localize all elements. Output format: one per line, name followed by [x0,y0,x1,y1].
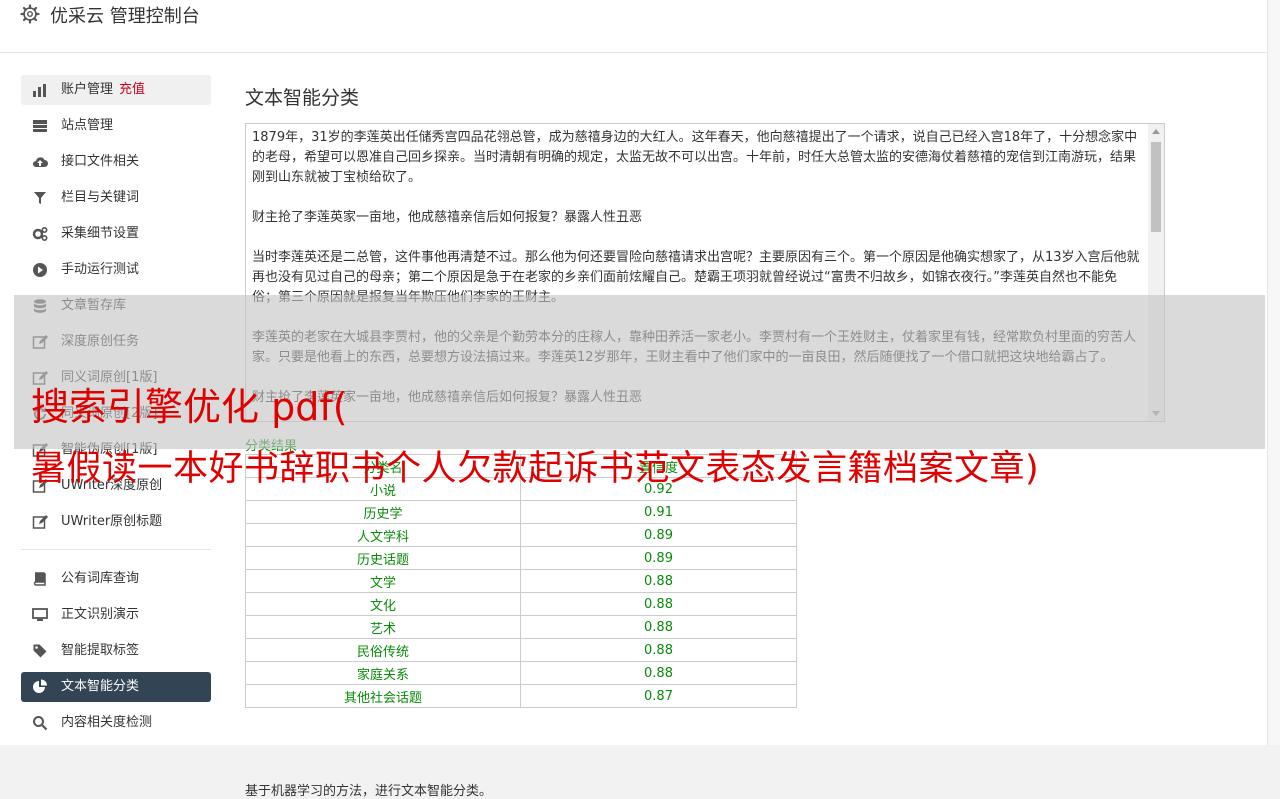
sidebar-divider [21,549,211,550]
confidence-cell: 0.88 [520,569,797,593]
sidebar-item-text: 站点管理 [61,118,114,133]
overlay-headline-line1: 搜索引擎优化 pdf( [31,385,348,429]
text-paragraph: 财主抢了李莲英家一亩地，他成慈禧亲信后如何报复？暴露人性丑恶 [252,210,643,225]
table-row: 其他社会话题 0.87 [245,684,797,708]
sidebar-item-uwriter-title[interactable]: UWriter原创标题 [21,507,211,537]
sidebar-item-text: 智能提取标签 [61,643,140,658]
overlay-headline-line2: 暑假读一本好书辞职书个人欠款起诉书范文表态发言籍档案文章) [31,449,1040,489]
sidebar-item-label: 手动运行测试 [61,255,139,285]
sidebar-item-label: 接口文件相关 [61,147,139,177]
recharge-link[interactable]: 充值 [119,82,145,97]
sidebar-item-text: UWriter原创标题 [61,514,163,529]
sidebar-item-label: 文本智能分类 [61,672,139,702]
confidence-cell: 0.88 [520,592,797,616]
sidebar-item-text: 手动运行测试 [61,262,140,277]
server-icon [33,120,47,132]
pie-chart-icon [33,679,47,693]
sidebar-item-text: 文本智能分类 [61,679,140,694]
category-cell: 历史话题 [245,546,521,570]
text-paragraph: 1879年，31岁的李莲英出任储秀宫四品花翎总管，成为慈禧身边的大红人。这年春天… [252,130,1138,185]
footnote: 基于机器学习的方法，进行文本智能分类。 [245,784,493,799]
scroll-up-arrow-icon[interactable] [1152,129,1160,134]
filter-icon [34,192,46,204]
book-icon [33,572,46,586]
sidebar-item-label: 站点管理 [61,111,113,141]
sidebar-item-sites[interactable]: 站点管理 [21,111,211,141]
sidebar-item-text: 接口文件相关 [61,154,140,169]
tag-icon [33,644,47,658]
bar-chart-icon [33,84,46,97]
sidebar-item-manual-run[interactable]: 手动运行测试 [21,255,211,285]
category-cell: 其他社会话题 [245,684,521,708]
gear-icon [20,4,40,24]
sidebar-item-text: 公有词库查询 [61,571,140,586]
confidence-cell: 0.88 [520,661,797,685]
sidebar-item-text: 栏目与关键词 [61,190,140,205]
category-cell: 家庭关系 [245,661,521,685]
sidebar-item-text-recognition[interactable]: 正文识别演示 [21,600,211,630]
category-cell: 历史学 [245,500,521,524]
play-circle-icon [33,263,47,277]
sidebar-item-interface[interactable]: 接口文件相关 [21,147,211,177]
category-cell: 艺术 [245,615,521,639]
sidebar-item-public-lexicon[interactable]: 公有词库查询 [21,564,211,594]
table-row: 文学 0.88 [245,569,797,593]
sidebar-item-label: 智能提取标签 [61,636,139,666]
category-cell: 文学 [245,569,521,593]
table-row: 历史话题 0.89 [245,546,797,570]
page-scrollbar[interactable] [1267,0,1280,745]
main-content: 文本智能分类 1879年，31岁的李莲英出任储秀宫四品花翎总管，成为慈禧身边的大… [245,83,1165,799]
table-row: 人文学科 0.89 [245,523,797,547]
page-title: 文本智能分类 [245,87,360,109]
category-cell: 民俗传统 [245,638,521,662]
table-row: 文化 0.88 [245,592,797,616]
sidebar-item-extract-tags[interactable]: 智能提取标签 [21,636,211,666]
table-row: 历史学 0.91 [245,500,797,524]
category-cell: 文化 [245,592,521,616]
table-row: 家庭关系 0.88 [245,661,797,685]
sidebar-item-text: 账户管理 [61,82,114,97]
confidence-cell: 0.88 [520,638,797,662]
sidebar-item-text-classify[interactable]: 文本智能分类 [21,672,211,702]
sidebar-item-account[interactable]: 账户管理 充值 [21,75,211,105]
confidence-cell: 0.89 [520,523,797,547]
confidence-cell: 0.91 [520,500,797,524]
category-cell: 人文学科 [245,523,521,547]
top-bar: 优采云 管理控制台 [0,0,1268,53]
sidebar-item-label: 采集细节设置 [61,219,139,249]
confidence-cell: 0.89 [520,546,797,570]
sidebar-item-text: 内容相关度检测 [61,715,153,730]
app-title: 优采云 管理控制台 [50,6,200,27]
sidebar-item-text: 采集细节设置 [61,226,140,241]
search-icon [33,716,48,731]
sidebar-item-label: UWriter原创标题 [61,507,162,537]
sidebar-item-label: 账户管理 充值 [61,75,145,105]
sidebar-item-collect[interactable]: 采集细节设置 [21,219,211,249]
table-row: 艺术 0.88 [245,615,797,639]
table-row: 民俗传统 0.88 [245,638,797,662]
classification-table: 分类名 置信度 小说 0.92 历史学 0.91 人文学科 0.89 历史话题 0.89 文学 0… [245,454,797,708]
sidebar-item-label: 公有词库查询 [61,564,139,594]
sidebar-item-columns[interactable]: 栏目与关键词 [21,183,211,213]
gears-icon [32,226,48,242]
sidebar-item-relevance[interactable]: 内容相关度检测 [21,708,211,738]
sidebar-item-label: 栏目与关键词 [61,183,139,213]
sidebar-item-label: 正文识别演示 [61,600,139,630]
sidebar-item-label: 内容相关度检测 [61,708,152,738]
cloud-upload-icon [33,157,48,167]
confidence-cell: 0.87 [520,684,797,708]
edit-icon [32,515,48,529]
sidebar-item-text: 正文识别演示 [61,607,140,622]
monitor-icon [32,608,48,621]
scrollbar-thumb[interactable] [1151,142,1161,232]
confidence-cell: 0.88 [520,615,797,639]
